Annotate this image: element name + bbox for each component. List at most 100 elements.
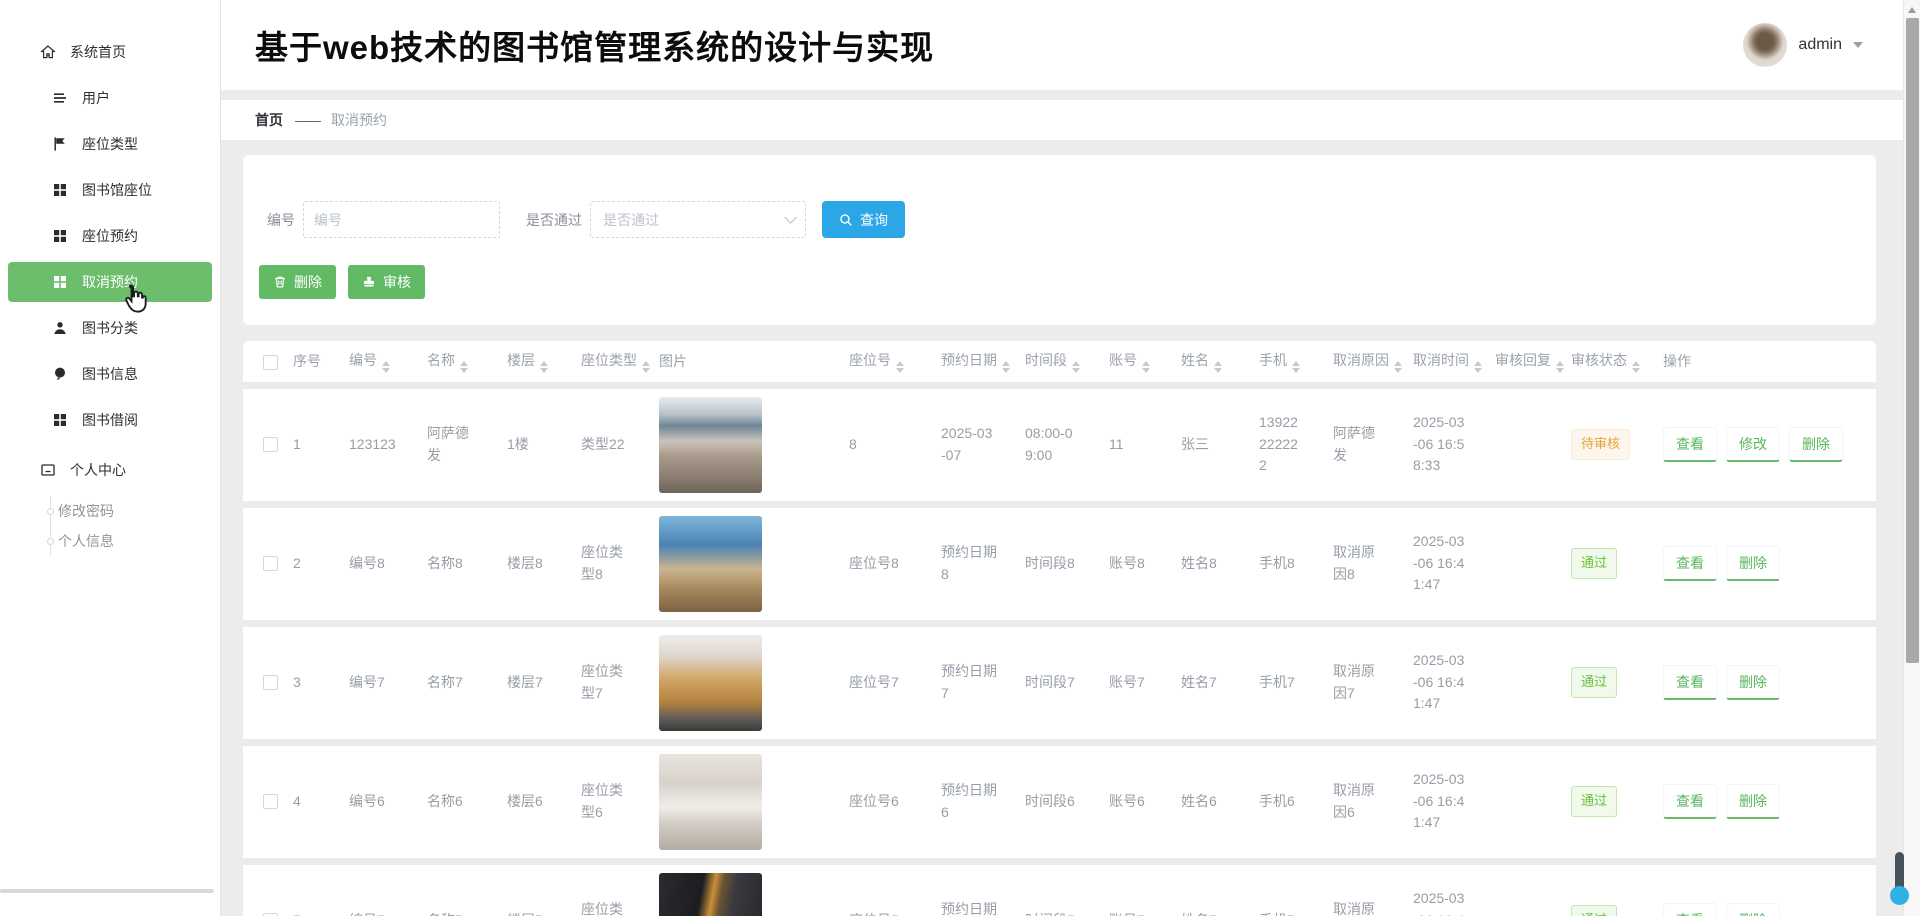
cell-actions: 查看修改删除 [1657, 385, 1876, 504]
cell-reason: 取消原因6 [1327, 742, 1407, 861]
user-menu[interactable]: admin [1743, 23, 1863, 67]
delete-row-button[interactable]: 删除 [1726, 903, 1780, 916]
sidebar-scrollbar[interactable] [0, 889, 214, 893]
sort-icon[interactable] [1214, 361, 1222, 373]
sidebar-item-label: 个人中心 [70, 460, 126, 480]
edit-row-button[interactable]: 修改 [1726, 427, 1780, 462]
col-header-label: 姓名 [1181, 352, 1209, 368]
col-header-label: 审核回复 [1495, 352, 1551, 368]
row-checkbox[interactable] [263, 675, 278, 690]
row-checkbox[interactable] [263, 794, 278, 809]
delete-row-button[interactable]: 删除 [1726, 784, 1780, 819]
sort-icon[interactable] [1292, 361, 1300, 373]
pass-select[interactable]: 是否通过 [590, 201, 806, 238]
view-row-button[interactable]: 查看 [1663, 665, 1717, 700]
top-header: 基于web技术的图书馆管理系统的设计与实现 admin [221, 0, 1903, 90]
sidebar-item-book-category[interactable]: 图书分类 [8, 308, 212, 348]
table-header-row: 序号编号名称楼层座位类型图片座位号预约日期时间段账号姓名手机取消原因取消时间审核… [243, 341, 1876, 385]
sort-icon[interactable] [1142, 361, 1150, 373]
row-checkbox[interactable] [263, 556, 278, 571]
pass-select-placeholder: 是否通过 [603, 210, 784, 230]
delete-row-button[interactable]: 删除 [1726, 546, 1780, 581]
grid-icon [52, 412, 68, 428]
view-row-button[interactable]: 查看 [1663, 784, 1717, 819]
breadcrumb-current: 取消预约 [331, 110, 387, 130]
cell-name: 名称8 [421, 504, 501, 623]
seat-image[interactable] [659, 397, 762, 493]
col-header-label: 名称 [427, 352, 455, 368]
sort-icon[interactable] [896, 361, 904, 373]
col-header-label: 取消时间 [1413, 352, 1469, 368]
select-all-checkbox[interactable] [263, 355, 278, 370]
stamp-icon [362, 275, 376, 289]
sidebar-item-label: 个人信息 [58, 531, 114, 551]
sidebar-item-personal-center[interactable]: 个人中心 [8, 450, 212, 490]
sidebar-item-book-info[interactable]: 图书信息 [8, 354, 212, 394]
sort-icon[interactable] [540, 361, 548, 373]
query-button[interactable]: 查询 [822, 201, 905, 238]
sort-icon[interactable] [1556, 361, 1564, 373]
col-header-name: 名称 [421, 341, 501, 385]
sort-icon[interactable] [1002, 361, 1010, 373]
col-header-label: 审核状态 [1571, 352, 1627, 368]
sidebar-item-label: 座位预约 [82, 226, 138, 246]
cell-status: 通过 [1565, 861, 1657, 916]
cell-seat_type: 类型22 [575, 385, 653, 504]
col-header-label: 楼层 [507, 352, 535, 368]
sidebar-item-library-seats[interactable]: 图书馆座位 [8, 170, 212, 210]
cell-number: 编号6 [343, 742, 421, 861]
seat-image[interactable] [659, 516, 762, 612]
sort-icon[interactable] [1394, 361, 1402, 373]
cell-actions: 查看删除 [1657, 623, 1876, 742]
id-input[interactable] [303, 201, 500, 238]
sidebar-item-label: 座位类型 [82, 134, 138, 154]
cell-name: 名称7 [421, 623, 501, 742]
cell-cancel_time: 2025-03-06 16:41:47 [1407, 504, 1489, 623]
table-row: 5编号5名称5楼层5座位类型5座位号5预约日期5时间段5账号5姓名5手机5取消原… [243, 861, 1876, 916]
id-label: 编号 [267, 210, 295, 230]
sidebar-item-book-borrow[interactable]: 图书借阅 [8, 400, 212, 440]
sidebar-item-cancel-reservation[interactable]: 取消预约 [8, 262, 212, 302]
sort-icon[interactable] [642, 361, 650, 373]
seat-image[interactable] [659, 873, 762, 916]
view-row-button[interactable]: 查看 [1663, 903, 1717, 916]
cell-index: 3 [287, 623, 343, 742]
view-row-button[interactable]: 查看 [1663, 427, 1717, 462]
scroll-up-arrow-icon[interactable] [1908, 7, 1916, 13]
avatar[interactable] [1743, 23, 1787, 67]
cell-select [243, 623, 287, 742]
sort-icon[interactable] [460, 361, 468, 373]
view-row-button[interactable]: 查看 [1663, 546, 1717, 581]
sidebar: 系统首页用户座位类型图书馆座位座位预约取消预约图书分类图书信息图书借阅个人中心修… [0, 0, 221, 916]
seat-image[interactable] [659, 635, 762, 731]
sort-icon[interactable] [1474, 361, 1482, 373]
sidebar-item-seat-reservation[interactable]: 座位预约 [8, 216, 212, 256]
seat-image[interactable] [659, 754, 762, 850]
cancel-reservation-table: 序号编号名称楼层座位类型图片座位号预约日期时间段账号姓名手机取消原因取消时间审核… [243, 341, 1876, 916]
cell-reply [1489, 385, 1565, 504]
sort-icon[interactable] [1632, 361, 1640, 373]
delete-button[interactable]: 删除 [259, 265, 336, 299]
col-header-label: 编号 [349, 352, 377, 368]
delete-row-button[interactable]: 删除 [1726, 665, 1780, 700]
sidebar-item-personal-info[interactable]: 个人信息 [8, 526, 212, 556]
cell-reason: 取消原因8 [1327, 504, 1407, 623]
user-icon [52, 320, 68, 336]
breadcrumb-home[interactable]: 首页 [255, 110, 283, 130]
col-header-label: 取消原因 [1333, 352, 1389, 368]
cell-reason: 阿萨德发 [1327, 385, 1407, 504]
search-panel: 编号 是否通过 是否通过 查询 [243, 155, 1876, 325]
vertical-scrollbar[interactable] [1903, 0, 1920, 916]
sort-icon[interactable] [1072, 361, 1080, 373]
scrollbar-thumb[interactable] [1906, 18, 1919, 663]
breadcrumb: 首页 —— 取消预约 [221, 100, 1903, 140]
sidebar-item-change-password[interactable]: 修改密码 [8, 496, 212, 526]
sidebar-item-users[interactable]: 用户 [8, 78, 212, 118]
sidebar-item-seat-type[interactable]: 座位类型 [8, 124, 212, 164]
audit-button[interactable]: 审核 [348, 265, 425, 299]
sort-icon[interactable] [382, 361, 390, 373]
cell-seat_type: 座位类型6 [575, 742, 653, 861]
sidebar-item-home[interactable]: 系统首页 [8, 32, 212, 72]
delete-row-button[interactable]: 删除 [1789, 427, 1843, 462]
row-checkbox[interactable] [263, 437, 278, 452]
